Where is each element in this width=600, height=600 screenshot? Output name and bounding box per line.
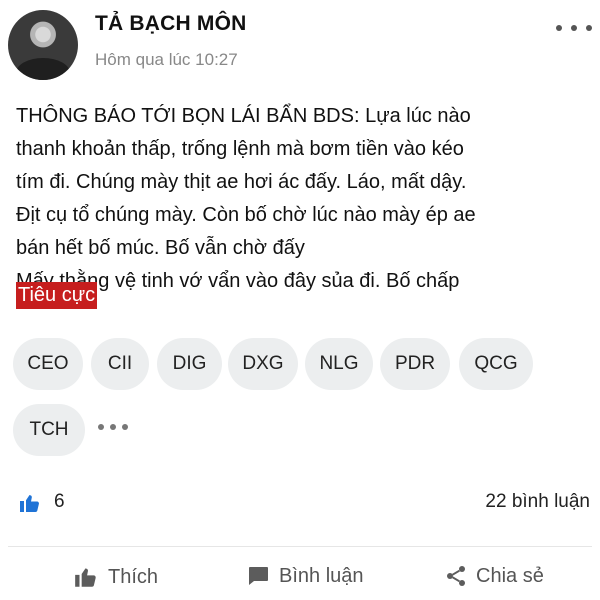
share-button[interactable]: Chia sẻ — [444, 564, 544, 588]
avatar[interactable] — [8, 10, 78, 80]
comment-count[interactable]: 22 bình luận — [485, 491, 590, 513]
thumb-up-icon — [75, 568, 96, 587]
divider — [8, 546, 592, 547]
action-bar: Thích Bình luận Chia sẻ — [0, 556, 600, 600]
tag-chip[interactable]: TCH — [13, 404, 85, 456]
author-name[interactable]: TẢ BẠCH MÔN — [95, 12, 247, 36]
tag-chip[interactable]: DXG — [228, 338, 298, 390]
share-label: Chia sẻ — [476, 564, 544, 587]
more-icon[interactable] — [556, 18, 592, 38]
more-dot — [556, 25, 562, 31]
tag-chip[interactable]: CII — [91, 338, 149, 390]
avatar-silhouette — [16, 58, 70, 80]
like-button[interactable]: Thích — [72, 564, 158, 590]
tag-chip[interactable]: PDR — [380, 338, 450, 390]
more-dot — [122, 424, 128, 430]
comment-icon — [249, 567, 268, 585]
post-header: TẢ BẠCH MÔN Hôm qua lúc 10:27 — [0, 0, 600, 92]
post-stats: 6 22 bình luận — [0, 480, 600, 526]
comment-button[interactable]: Bình luận — [245, 564, 364, 588]
share-icon — [447, 566, 465, 586]
comment-label: Bình luận — [279, 564, 364, 587]
more-dot — [110, 424, 116, 430]
tag-chip[interactable]: CEO — [13, 338, 83, 390]
like-icon[interactable] — [17, 491, 43, 515]
tag-chip[interactable]: DIG — [157, 338, 222, 390]
sentiment-badge: Tiêu cực — [16, 282, 98, 309]
more-tags-icon[interactable] — [98, 424, 128, 430]
more-dot — [571, 25, 577, 31]
more-dot — [586, 25, 592, 31]
post-time: Hôm qua lúc 10:27 — [95, 50, 238, 69]
more-dot — [98, 424, 104, 430]
like-count[interactable]: 6 — [54, 491, 65, 513]
tag-chip[interactable]: NLG — [305, 338, 373, 390]
tag-chip[interactable]: QCG — [459, 338, 533, 390]
post-text: THÔNG BÁO TỚI BỌN LÁI BẨN BDS: Lựa lúc n… — [16, 105, 476, 292]
like-label: Thích — [108, 565, 159, 588]
